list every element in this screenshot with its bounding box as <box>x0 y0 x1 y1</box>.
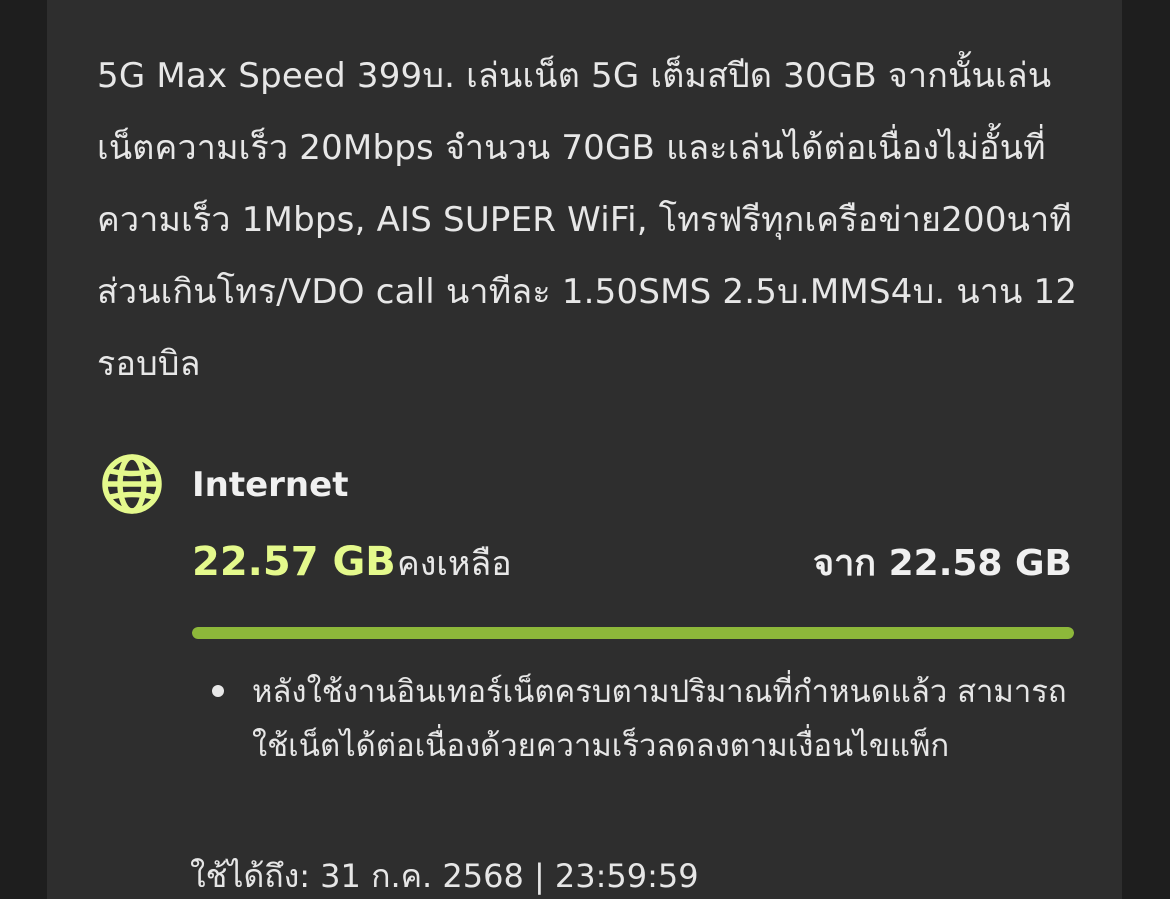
remaining-label: คงเหลือ <box>397 544 512 584</box>
usage-progress-fill <box>192 627 1074 639</box>
package-card: 5G Max Speed 399บ. เล่นเน็ต 5G เต็มสปีด … <box>47 0 1122 899</box>
internet-header: Internet <box>97 450 1097 520</box>
globe-icon <box>102 454 162 514</box>
internet-note-text: หลังใช้งานอินเทอร์เน็ตครบตามปริมาณที่กำห… <box>252 674 1067 764</box>
screen: 5G Max Speed 399บ. เล่นเน็ต 5G เต็มสปีด … <box>0 0 1170 899</box>
total-quota: จาก 22.58 GB <box>812 543 1072 584</box>
usage-progress-bar <box>192 627 1074 639</box>
expiry-date: ใช้ได้ถึง: 31 ก.ค. 2568 | 23:59:59 <box>190 857 699 895</box>
internet-usage: 22.57 GB คงเหลือ จาก 22.58 GB <box>192 530 1072 600</box>
remaining-value: 22.57 GB <box>192 539 396 585</box>
package-description: 5G Max Speed 399บ. เล่นเน็ต 5G เต็มสปีด … <box>97 56 1078 384</box>
bullet-dot <box>212 685 224 697</box>
internet-title: Internet <box>192 465 349 505</box>
